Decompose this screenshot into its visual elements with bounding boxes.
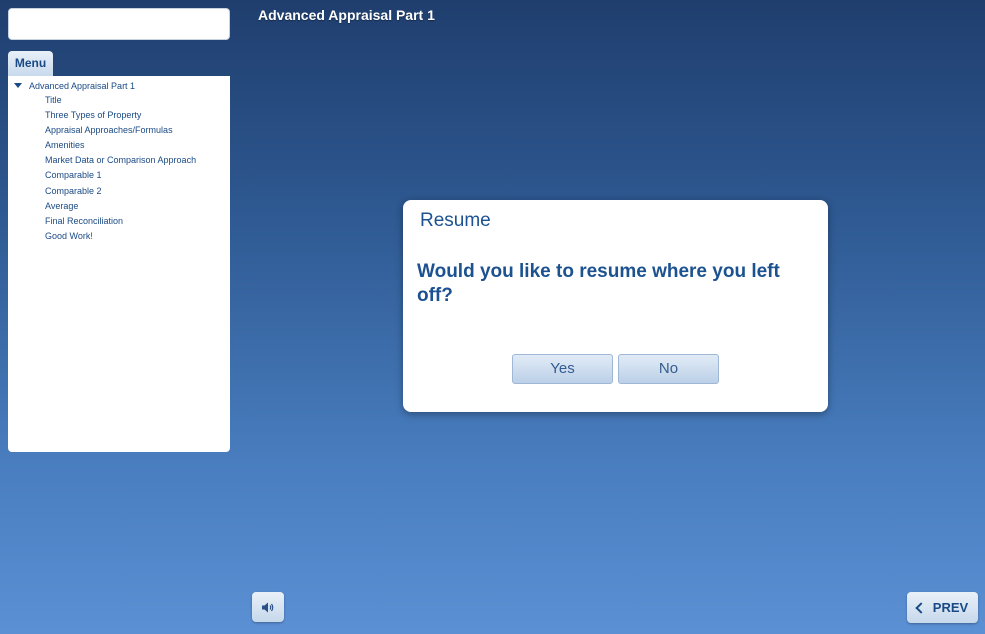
caret-down-icon[interactable]: [14, 83, 22, 88]
menu-tab[interactable]: Menu: [8, 51, 53, 76]
yes-button[interactable]: Yes: [512, 354, 613, 384]
menu-item-final-reconciliation[interactable]: Final Reconciliation: [8, 214, 230, 229]
prev-button[interactable]: PREV: [907, 592, 978, 623]
menu-item-average[interactable]: Average: [8, 199, 230, 214]
resume-dialog: Resume Would you like to resume where yo…: [403, 200, 828, 412]
menu-panel: Advanced Appraisal Part 1 Title Three Ty…: [8, 76, 230, 452]
menu-item-market-data[interactable]: Market Data or Comparison Approach: [8, 153, 230, 168]
menu-root-label: Advanced Appraisal Part 1: [29, 80, 136, 91]
menu-item-good-work[interactable]: Good Work!: [8, 229, 230, 244]
audio-button[interactable]: [252, 592, 284, 622]
menu-list: Title Three Types of Property Appraisal …: [8, 93, 230, 244]
chevron-left-icon: [915, 601, 927, 614]
menu-item-comparable-2[interactable]: Comparable 2: [8, 184, 230, 199]
menu-item-appraisal-approaches[interactable]: Appraisal Approaches/Formulas: [8, 123, 230, 138]
dialog-question: Would you like to resume where you left …: [417, 261, 780, 306]
no-button[interactable]: No: [618, 354, 719, 384]
menu-item-amenities[interactable]: Amenities: [8, 138, 230, 153]
menu-item-comparable-1[interactable]: Comparable 1: [8, 168, 230, 183]
dialog-title: Resume: [420, 210, 491, 231]
menu-item-title[interactable]: Title: [8, 93, 230, 108]
prev-label: PREV: [932, 600, 969, 615]
menu-item-three-types-of-property[interactable]: Three Types of Property: [8, 108, 230, 123]
course-title: Advanced Appraisal Part 1: [258, 7, 435, 23]
speaker-icon: [262, 602, 274, 612]
menu-root-item[interactable]: Advanced Appraisal Part 1: [8, 78, 230, 93]
search-field[interactable]: [8, 8, 230, 40]
